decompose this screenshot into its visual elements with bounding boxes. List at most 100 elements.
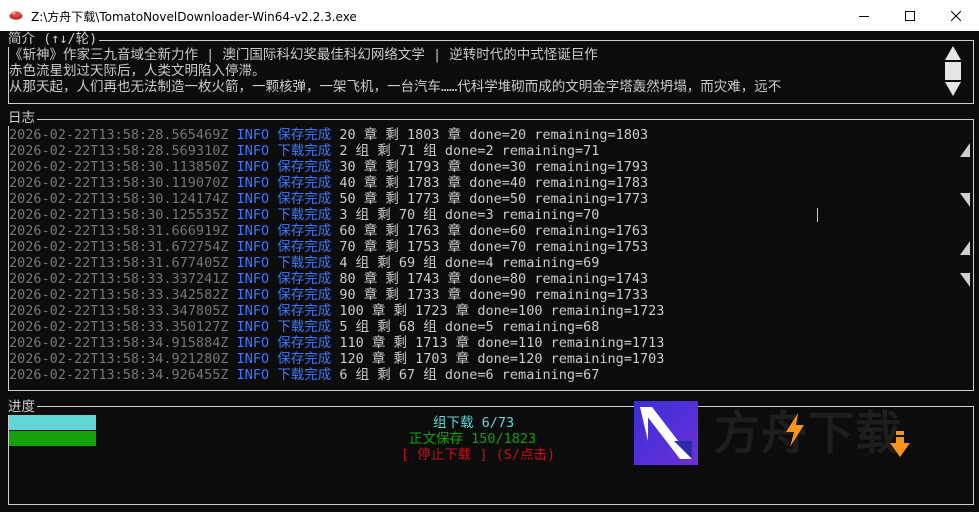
scroll-thumb[interactable] [945, 62, 961, 80]
log-action: 保存完成 [277, 223, 332, 239]
log-action: 保存完成 [277, 159, 332, 175]
logo: 方舟下载 [634, 401, 944, 465]
log-timestamp: 2026-02-22T13:58:34.915884Z [9, 335, 229, 351]
intro-heading: 简介 (↑↓/轮) [8, 31, 100, 47]
log-level: INFO [236, 255, 270, 271]
log-message: 4 组 剩 69 组 done=4 remaining=69 [339, 255, 600, 271]
log-level: INFO [236, 239, 270, 255]
log-message: 120 章 剩 1703 章 done=120 remaining=1703 [339, 351, 665, 367]
log-message: 50 章 剩 1773 章 done=50 remaining=1773 [339, 191, 649, 207]
app-icon [9, 11, 23, 20]
progress-heading: 进度 [8, 399, 37, 415]
log-message: 70 章 剩 1753 章 done=70 remaining=1753 [339, 239, 649, 255]
lightning-icon [786, 413, 804, 447]
log-action: 下载完成 [277, 207, 332, 223]
log-action: 保存完成 [277, 191, 332, 207]
log-timestamp: 2026-02-22T13:58:33.337241Z [9, 271, 229, 287]
log-timestamp: 2026-02-22T13:58:34.921280Z [9, 351, 229, 367]
group-download-status: 组下载 6/73 [433, 415, 515, 431]
log-level: INFO [236, 175, 270, 191]
log-timestamp: 2026-02-22T13:58:33.350127Z [9, 319, 229, 335]
log-timestamp: 2026-02-22T13:58:34.926455Z [9, 367, 229, 383]
log-timestamp: 2026-02-22T13:58:30.124174Z [9, 191, 229, 207]
log-timestamp: 2026-02-22T13:58:31.677405Z [9, 255, 229, 271]
scroll-down-icon [945, 82, 961, 96]
save-progress-track [9, 431, 97, 446]
log-level: INFO [236, 319, 270, 335]
log-line: 2026-02-22T13:58:30.119070Z INFO 保存完成 40… [9, 175, 648, 191]
log-action: 保存完成 [277, 335, 332, 351]
log-line: 2026-02-22T13:58:28.569310Z INFO 下载完成 2 … [9, 143, 599, 159]
log-line: 2026-02-22T13:58:33.347805Z INFO 保存完成 10… [9, 303, 664, 319]
log-level: INFO [236, 159, 270, 175]
log-message: 6 组 剩 67 组 done=6 remaining=67 [339, 367, 600, 383]
stop-download-button[interactable]: [ 停止下载 ] (S/点击) [401, 447, 555, 463]
log-line: 2026-02-22T13:58:34.926455Z INFO 下载完成 6 … [9, 367, 599, 383]
log-action: 下载完成 [277, 255, 332, 271]
log-action: 保存完成 [277, 303, 332, 319]
log-line: 2026-02-22T13:58:30.113850Z INFO 保存完成 30… [9, 159, 648, 175]
log-message: 40 章 剩 1783 章 done=40 remaining=1783 [339, 175, 649, 191]
log-scroll-up-icon [960, 143, 970, 157]
log-level: INFO [236, 367, 270, 383]
log-action: 保存完成 [277, 127, 332, 143]
log-timestamp: 2026-02-22T13:58:31.672754Z [9, 239, 229, 255]
log-action: 保存完成 [277, 175, 332, 191]
log-level: INFO [236, 351, 270, 367]
log-level: INFO [236, 223, 270, 239]
log-message: 30 章 剩 1793 章 done=30 remaining=1793 [339, 159, 649, 175]
log-action: 下载完成 [277, 319, 332, 335]
group-progress-track [9, 415, 97, 430]
log-message: 110 章 剩 1713 章 done=110 remaining=1713 [339, 335, 665, 351]
log-line: 2026-02-22T13:58:31.666919Z INFO 保存完成 60… [9, 223, 648, 239]
log-message: 3 组 剩 70 组 done=3 remaining=70 [339, 207, 600, 223]
log-action: 保存完成 [277, 351, 332, 367]
log-scroll-down-icon-2 [960, 273, 970, 287]
log-scroll-up-icon-2 [960, 241, 970, 255]
log-line: 2026-02-22T13:58:30.124174Z INFO 保存完成 50… [9, 191, 648, 207]
log-message: 2 组 剩 71 组 done=2 remaining=71 [339, 143, 600, 159]
log-action: 保存完成 [277, 271, 332, 287]
log-level: INFO [236, 287, 270, 303]
close-icon [951, 10, 961, 21]
save-status: 正文保存 150/1823 [409, 431, 537, 447]
minimize-button[interactable] [841, 0, 887, 31]
log-timestamp: 2026-02-22T13:58:30.119070Z [9, 175, 229, 191]
window-titlebar[interactable]: Z:\方舟下载\TomatoNovelDownloader-Win64-v2.2… [0, 0, 979, 31]
log-scroll-down-icon [960, 193, 970, 207]
close-button[interactable] [933, 0, 979, 31]
log-action: 保存完成 [277, 287, 332, 303]
log-level: INFO [236, 303, 270, 319]
log-timestamp: 2026-02-22T13:58:33.347805Z [9, 303, 229, 319]
console-area: 简介 (↑↓/轮) 《斩神》作家三九音域全新力作 | 澳门国际科幻奖最佳科幻网络… [0, 31, 979, 512]
log-line: 2026-02-22T13:58:34.915884Z INFO 保存完成 11… [9, 335, 664, 351]
log-message: 60 章 剩 1763 章 done=60 remaining=1763 [339, 223, 649, 239]
log-message: 90 章 剩 1733 章 done=90 remaining=1733 [339, 287, 649, 303]
log-level: INFO [236, 207, 270, 223]
log-timestamp: 2026-02-22T13:58:30.113850Z [9, 159, 229, 175]
log-level: INFO [236, 143, 270, 159]
intro-line-2: 赤色流星划过天际后，人类文明陷入停滞。 [9, 63, 266, 79]
log-action: 下载完成 [277, 367, 332, 383]
log-timestamp: 2026-02-22T13:58:30.125535Z [9, 207, 229, 223]
log-line: 2026-02-22T13:58:28.565469Z INFO 保存完成 20… [9, 127, 648, 143]
intro-line-3: 从那天起，人们再也无法制造一枚火箭，一颗核弹，一架飞机，一台汽车……代科学堆砌而… [9, 79, 782, 95]
save-progress-bar [9, 431, 97, 446]
log-message: 20 章 剩 1803 章 done=20 remaining=1803 [339, 127, 649, 143]
logo-mark-icon [634, 401, 698, 465]
maximize-icon [905, 10, 915, 21]
log-timestamp: 2026-02-22T13:58:28.565469Z [9, 127, 229, 143]
log-timestamp: 2026-02-22T13:58:33.342582Z [9, 287, 229, 303]
log-heading: 日志 [8, 110, 37, 126]
maximize-button[interactable] [887, 0, 933, 31]
log-line: 2026-02-22T13:58:33.337241Z INFO 保存完成 80… [9, 271, 648, 287]
log-timestamp: 2026-02-22T13:58:28.569310Z [9, 143, 229, 159]
group-progress-bar [9, 415, 97, 430]
log-level: INFO [236, 271, 270, 287]
log-line: 2026-02-22T13:58:33.350127Z INFO 下载完成 5 … [9, 319, 599, 335]
log-line: 2026-02-22T13:58:31.672754Z INFO 保存完成 70… [9, 239, 648, 255]
text-cursor [817, 208, 818, 222]
intro-scrollbar[interactable] [944, 45, 962, 97]
log-line: 2026-02-22T13:58:30.125535Z INFO 下载完成 3 … [9, 207, 599, 223]
log-line: 2026-02-22T13:58:33.342582Z INFO 保存完成 90… [9, 287, 648, 303]
